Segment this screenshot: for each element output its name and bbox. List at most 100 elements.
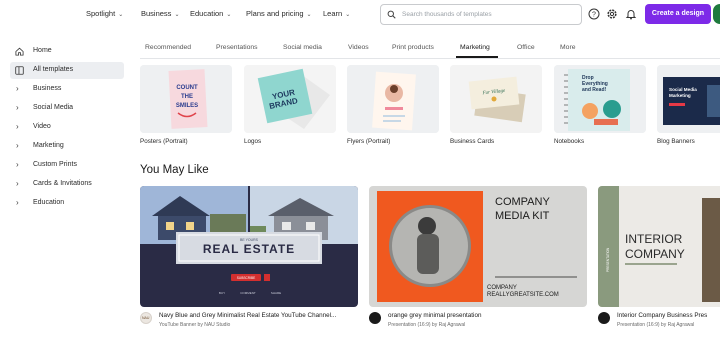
poster-text-3: SMILES [176, 103, 198, 109]
sidebar-item-marketing[interactable]: › Marketing [10, 138, 124, 155]
sidebar-item-home[interactable]: Home [10, 43, 124, 60]
gear-icon[interactable] [606, 8, 618, 20]
nav-plans-pricing[interactable]: Plans and pricing ⌄ [246, 9, 312, 18]
home-icon [15, 47, 24, 56]
notebooks-thumbnail: Drop Everything and Read! [554, 65, 646, 133]
creator-avatar-text: NAU [142, 316, 150, 320]
tab-print-products[interactable]: Print products [392, 44, 434, 51]
interior-heading-1: INTERIOR [625, 232, 683, 246]
category-label-logos: Logos [244, 138, 262, 145]
poster-text-1: COUNT [176, 85, 198, 91]
chevron-right-icon: › [16, 84, 19, 93]
media-kit-footer-2: REALLYGREATSITE.COM [487, 292, 559, 298]
tab-office[interactable]: Office [517, 44, 535, 51]
tab-more[interactable]: More [560, 44, 576, 51]
real-estate-tag-1: BUY [219, 291, 225, 295]
tab-social-media[interactable]: Social media [283, 44, 322, 51]
tab-divider [140, 58, 720, 59]
category-card-notebooks[interactable]: Drop Everything and Read! [554, 65, 646, 133]
category-card-posters[interactable]: COUNT THE SMILES [140, 65, 232, 133]
real-estate-subscribe: SUBSCRIBE [237, 276, 255, 280]
category-card-logos[interactable]: YOUR BRAND [244, 65, 336, 133]
sidebar-item-custom-prints[interactable]: › Custom Prints [10, 157, 124, 174]
category-card-business-cards[interactable]: Fur Village [450, 65, 542, 133]
sidebar-item-label: Social Media [33, 104, 74, 111]
logos-thumbnail: YOUR BRAND [244, 65, 336, 133]
search-icon [387, 10, 396, 19]
posters-thumbnail: COUNT THE SMILES [140, 65, 232, 133]
template-title[interactable]: orange grey minimal presentation [388, 312, 481, 319]
nav-business[interactable]: Business ⌄ [141, 9, 179, 18]
chevron-right-icon: › [16, 103, 19, 112]
chevron-down-icon: ⌄ [345, 12, 351, 18]
creator-avatar [369, 312, 381, 324]
category-label-notebooks: Notebooks [554, 138, 585, 145]
chevron-right-icon: › [16, 160, 19, 169]
nav-education[interactable]: Education ⌄ [190, 9, 231, 18]
nav-learn[interactable]: Learn ⌄ [323, 9, 350, 18]
sidebar-item-all-templates[interactable]: All templates [10, 62, 124, 79]
nav-plans-label: Plans and pricing [246, 9, 304, 18]
svg-text:?: ? [592, 12, 596, 19]
sidebar-item-education[interactable]: › Education [10, 195, 124, 212]
media-kit-heading-2: MEDIA KIT [495, 210, 550, 222]
banner-text-1: Social Media [669, 87, 697, 92]
search-placeholder: Search thousands of templates [402, 11, 492, 18]
category-card-flyers[interactable] [347, 65, 439, 133]
interior-thumbnail: PRESENTATION INTERIOR COMPANY [598, 186, 720, 307]
avatar[interactable] [713, 4, 720, 24]
nav-spotlight[interactable]: Spotlight ⌄ [86, 9, 123, 18]
media-kit-thumbnail: COMPANY MEDIA KIT COMPANY REALLYGREATSIT… [369, 186, 587, 307]
create-design-button[interactable]: Create a design [645, 4, 711, 24]
tab-marketing[interactable]: Marketing [460, 44, 490, 51]
category-card-blog-banners[interactable]: Social Media Marketing [657, 65, 720, 133]
template-title[interactable]: Interior Company Business Pres [617, 312, 707, 319]
creator-avatar: NAU [140, 312, 152, 324]
sidebar-item-label: Education [33, 199, 65, 206]
real-estate-tag-2: COMMENT [240, 291, 256, 295]
category-label-blog-banners: Blog Banners [657, 138, 695, 145]
help-icon[interactable]: ? [588, 8, 600, 20]
poster-text-2: THE [181, 94, 193, 100]
chevron-down-icon: ⌄ [174, 12, 180, 18]
sidebar-item-label: Marketing [33, 142, 64, 149]
real-estate-heading: REAL ESTATE [203, 242, 295, 256]
banner-text-2: Marketing [669, 93, 691, 98]
nav-spotlight-label: Spotlight [86, 9, 116, 18]
top-bar: Spotlight ⌄ Business ⌄ Education ⌄ Plans an… [0, 0, 720, 30]
sidebar-item-label: Video [33, 123, 51, 130]
templates-icon [15, 66, 24, 75]
search-input[interactable]: Search thousands of templates [380, 4, 582, 25]
notebook-text-3: and Read! [582, 87, 607, 93]
tab-recommended[interactable]: Recommended [145, 44, 191, 51]
category-label-posters: Posters (Portrait) [140, 138, 188, 145]
real-estate-thumbnail: BE YOURS REAL ESTATE SUBSCRIBE BUY COMME… [140, 186, 358, 307]
sidebar-item-business[interactable]: › Business [10, 81, 124, 98]
section-title: You May Like [140, 164, 209, 176]
chevron-right-icon: › [16, 179, 19, 188]
template-subtitle: Presentation (16:9) by Raj Agrawal [617, 322, 695, 328]
template-card-media-kit[interactable]: COMPANY MEDIA KIT COMPANY REALLYGREATSIT… [369, 186, 587, 307]
sidebar-item-label: Cards & Invitations [33, 180, 92, 187]
template-subtitle: YouTube Banner by NAU Studio [159, 322, 231, 328]
sidebar-item-label: Custom Prints [33, 161, 77, 168]
sidebar-item-label: All templates [33, 66, 74, 73]
template-card-interior[interactable]: PRESENTATION INTERIOR COMPANY [598, 186, 720, 307]
real-estate-tag-3: SHARE [271, 291, 281, 295]
nav-education-label: Education [190, 9, 224, 18]
tab-videos[interactable]: Videos [348, 44, 369, 51]
chevron-right-icon: › [16, 198, 19, 207]
chevron-down-icon: ⌄ [226, 12, 232, 18]
bell-icon[interactable] [625, 8, 637, 20]
sidebar-item-cards-invitations[interactable]: › Cards & Invitations [10, 176, 124, 193]
template-card-real-estate[interactable]: BE YOURS REAL ESTATE SUBSCRIBE BUY COMME… [140, 186, 358, 307]
sidebar-item-video[interactable]: › Video [10, 119, 124, 136]
category-label-flyers: Flyers (Portrait) [347, 138, 391, 145]
sidebar-item-label: Business [33, 85, 62, 92]
sidebar-item-social-media[interactable]: › Social Media [10, 100, 124, 117]
tab-presentations[interactable]: Presentations [216, 44, 258, 51]
template-title[interactable]: Navy Blue and Grey Minimalist Real Estat… [159, 312, 336, 319]
media-kit-footer-1: COMPANY [487, 285, 517, 291]
interior-heading-2: COMPANY [625, 247, 685, 261]
template-subtitle: Presentation (16:9) by Raj Agrawal [388, 322, 466, 328]
